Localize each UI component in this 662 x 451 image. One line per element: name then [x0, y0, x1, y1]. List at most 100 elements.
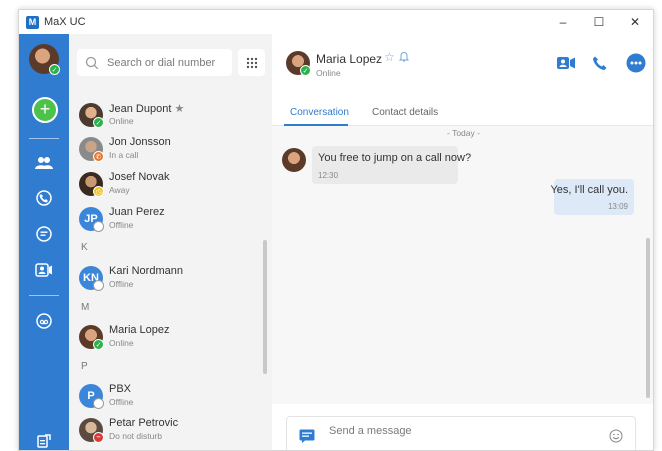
- presence-bottom-icon[interactable]: [34, 431, 54, 450]
- chat-tabs: Conversation Contact details: [272, 100, 653, 126]
- avatar: KN: [79, 266, 104, 291]
- meeting-icon[interactable]: [34, 260, 54, 280]
- contact-status: In a call: [109, 150, 139, 160]
- message-composer: [286, 416, 636, 450]
- notification-bell-icon[interactable]: [398, 51, 410, 63]
- message-text: You free to jump on a call now?: [318, 152, 472, 164]
- rail-divider-2: [29, 295, 59, 296]
- contact-status: Do not disturb: [109, 431, 162, 441]
- contact-item-pbx[interactable]: P PBX Offline: [69, 380, 264, 414]
- contact-item-jean-dupont[interactable]: ✓ Jean Dupont ★ Online: [69, 99, 264, 133]
- voicemail-icon[interactable]: [34, 311, 54, 331]
- emoji-icon[interactable]: [609, 429, 623, 443]
- avatar: ◷: [79, 172, 104, 197]
- avatar: ✓: [79, 103, 104, 128]
- add-button[interactable]: +: [32, 97, 58, 123]
- rail-divider: [29, 138, 59, 139]
- chat-contact-name: Maria Lopez: [316, 52, 383, 66]
- title-bar: M MaX UC – ☐ ✕: [19, 10, 653, 34]
- contact-item-jon-jonsson[interactable]: ✆ Jon Jonsson In a call: [69, 133, 264, 167]
- contact-item-juan-perez[interactable]: JP Juan Perez Offline: [69, 203, 264, 237]
- contact-list: ✓ Jean Dupont ★ Online ✆ Jon Jonsson In …: [69, 90, 272, 450]
- chat-pane: ✓ Maria Lopez Online ☆ Conversation Cont…: [272, 34, 653, 450]
- search-icon: [85, 56, 99, 69]
- phone-call-icon: [593, 56, 607, 70]
- minimize-button[interactable]: –: [545, 10, 581, 34]
- contact-item-maria-lopez[interactable]: ✓ Maria Lopez Online: [69, 321, 264, 355]
- tab-conversation[interactable]: Conversation: [290, 107, 349, 118]
- tab-contact-details[interactable]: Contact details: [372, 107, 438, 118]
- message-time: 12:30: [318, 171, 339, 180]
- in-call-status-icon: ✆: [93, 151, 104, 162]
- contact-status: Offline: [109, 279, 134, 289]
- contact-status: Offline: [109, 220, 134, 230]
- message-input[interactable]: [329, 425, 589, 437]
- outgoing-message[interactable]: Yes, I'll call you. 13:09: [550, 179, 634, 215]
- search-input[interactable]: [107, 56, 227, 69]
- contact-name: Jon Jonsson: [109, 136, 171, 148]
- my-online-status-icon: ✓: [49, 64, 60, 75]
- contact-name: Petar Petrovic: [109, 417, 179, 429]
- favorite-star-icon[interactable]: ☆: [384, 50, 395, 64]
- contact-name: Jean Dupont ★: [109, 103, 185, 115]
- maximize-button[interactable]: ☐: [581, 10, 617, 34]
- my-avatar[interactable]: ✓: [29, 44, 60, 75]
- close-button[interactable]: ✕: [617, 10, 653, 34]
- contact-status: Online: [109, 116, 134, 126]
- contact-name: PBX: [109, 383, 132, 395]
- avatar: JP: [79, 207, 104, 232]
- avatar: –: [79, 418, 104, 443]
- away-status-icon: ◷: [93, 186, 104, 197]
- contact-item-petar-petrovic[interactable]: – Petar Petrovic Do not disturb: [69, 414, 264, 448]
- section-header-m: M: [81, 302, 90, 313]
- app-logo: M: [26, 15, 39, 29]
- offline-status-icon: [93, 280, 104, 291]
- contacts-icon[interactable]: [34, 153, 54, 173]
- app-title: MaX UC: [44, 16, 86, 28]
- contact-list-pane: ✓ Jean Dupont ★ Online ✆ Jon Jonsson In …: [69, 34, 272, 450]
- video-call-icon: [557, 57, 575, 69]
- contact-status: Offline: [109, 397, 134, 407]
- message-format-icon[interactable]: [299, 429, 315, 443]
- contact-item-josef-novak[interactable]: ◷ Josef Novak Away: [69, 168, 264, 202]
- section-header-p: P: [81, 361, 88, 372]
- online-status-icon: ✓: [300, 65, 311, 76]
- search-box: [77, 49, 232, 76]
- contact-name: Kari Nordmann: [109, 265, 183, 277]
- message-text: Yes, I'll call you.: [550, 184, 628, 196]
- offline-status-icon: [93, 221, 104, 232]
- avatar: P: [79, 384, 104, 409]
- incoming-message[interactable]: You free to jump on a call now? 12:30: [312, 146, 471, 184]
- window-controls: – ☐ ✕: [545, 10, 653, 34]
- avatar: ✆: [79, 137, 104, 162]
- chat-contact-avatar[interactable]: ✓: [286, 51, 311, 76]
- section-header-k: K: [81, 242, 88, 253]
- dialpad-button[interactable]: [238, 49, 265, 76]
- app-window: M MaX UC – ☐ ✕ ✓ + Search or dial number…: [18, 9, 654, 451]
- chat-contact-status: Online: [316, 68, 341, 78]
- message-time: 13:09: [607, 202, 628, 211]
- voice-call-button[interactable]: [589, 52, 611, 74]
- avatar: ✓: [79, 325, 104, 350]
- message-area: - Today - You free to jump on a call now…: [272, 126, 653, 404]
- contact-status: Online: [109, 338, 134, 348]
- contact-name: Maria Lopez: [109, 324, 170, 336]
- more-icon: [626, 53, 646, 73]
- contact-list-scrollbar[interactable]: [263, 240, 267, 374]
- contact-name: Juan Perez: [109, 206, 165, 218]
- message-scrollbar[interactable]: [646, 238, 650, 398]
- chat-icon[interactable]: [34, 224, 54, 244]
- video-call-button[interactable]: [555, 52, 577, 74]
- navigation-rail: ✓ +: [19, 34, 69, 450]
- offline-status-icon: [93, 398, 104, 409]
- day-separator: - Today -: [447, 128, 480, 138]
- online-status-icon: ✓: [93, 339, 104, 350]
- do-not-disturb-status-icon: –: [93, 432, 104, 443]
- contact-status: Away: [109, 185, 130, 195]
- contact-name: Josef Novak: [109, 171, 170, 183]
- favorite-star-icon: ★: [174, 103, 185, 115]
- contact-item-kari-nordmann[interactable]: KN Kari Nordmann Offline: [69, 262, 264, 296]
- more-options-button[interactable]: [625, 52, 647, 74]
- phone-icon[interactable]: [34, 188, 54, 208]
- sender-avatar: [282, 148, 306, 172]
